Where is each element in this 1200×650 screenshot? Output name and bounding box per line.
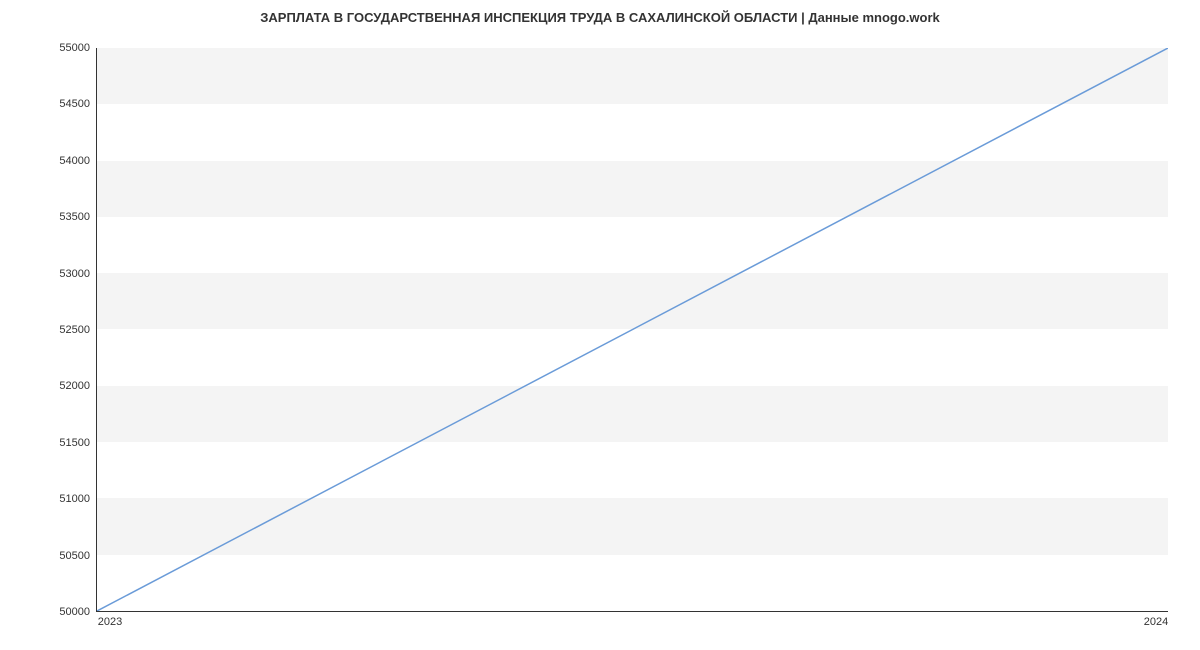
grid-band	[97, 273, 1168, 329]
y-tick-label: 55000	[10, 42, 90, 54]
y-tick-label: 51000	[10, 493, 90, 505]
y-tick-label: 50000	[10, 606, 90, 618]
grid-band	[97, 386, 1168, 442]
y-tick-label: 52500	[10, 324, 90, 336]
grid-band	[97, 161, 1168, 217]
x-tick-label: 2023	[98, 616, 122, 628]
y-tick-label: 51500	[10, 437, 90, 449]
y-tick-label: 54500	[10, 98, 90, 110]
y-tick-label: 53000	[10, 268, 90, 280]
plot-area	[96, 48, 1168, 612]
y-tick-label: 50500	[10, 550, 90, 562]
y-tick-label: 53500	[10, 211, 90, 223]
grid-band	[97, 48, 1168, 104]
grid-band	[97, 498, 1168, 554]
chart-container: ЗАРПЛАТА В ГОСУДАРСТВЕННАЯ ИНСПЕКЦИЯ ТРУ…	[0, 0, 1200, 650]
chart-title: ЗАРПЛАТА В ГОСУДАРСТВЕННАЯ ИНСПЕКЦИЯ ТРУ…	[0, 10, 1200, 25]
x-tick-label: 2024	[1144, 616, 1168, 628]
y-tick-label: 52000	[10, 380, 90, 392]
y-tick-label: 54000	[10, 155, 90, 167]
